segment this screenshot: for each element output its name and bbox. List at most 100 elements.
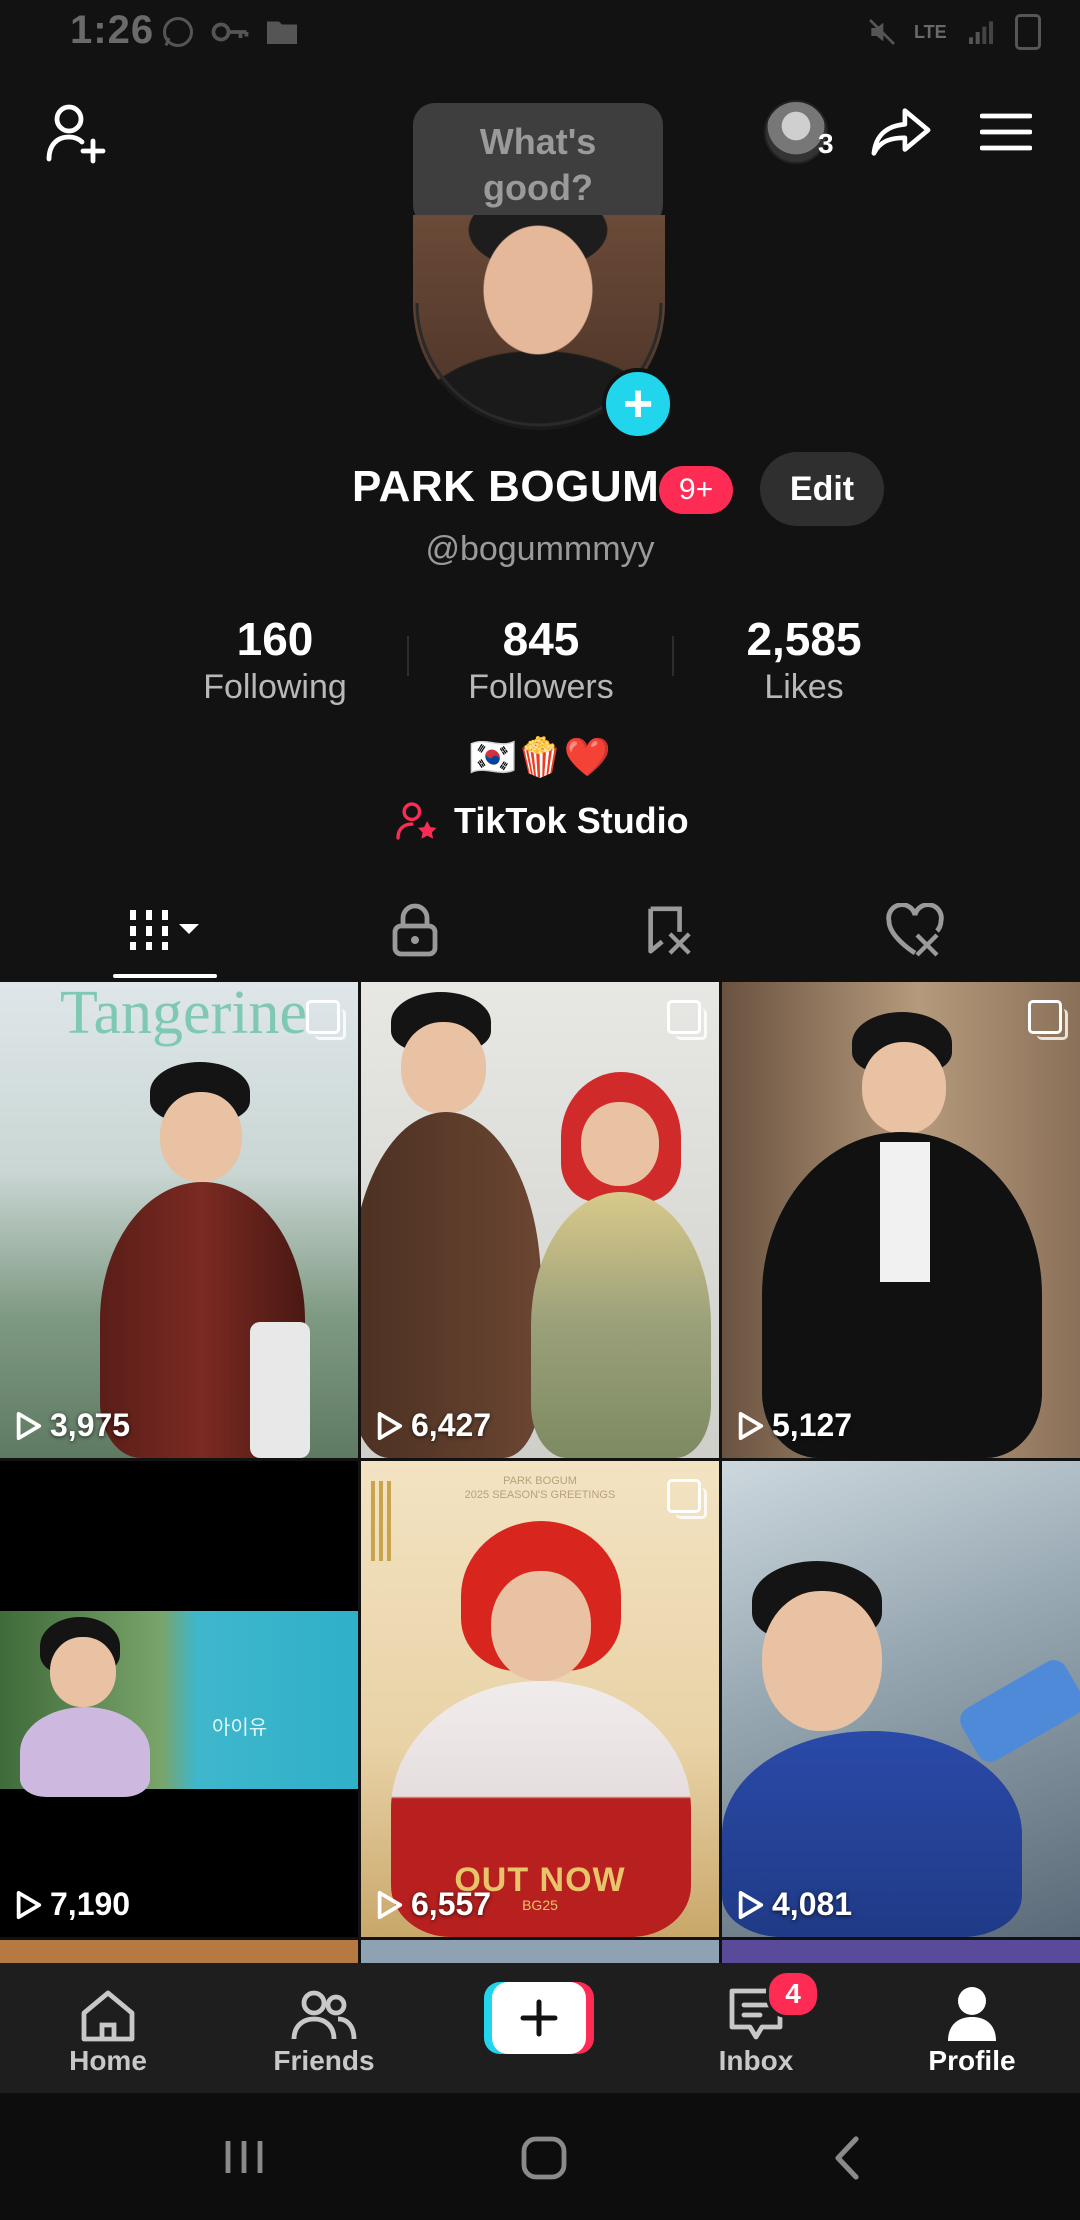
play-icon: [16, 1411, 42, 1440]
thumbnail-caption-sub: 2025 SEASON'S GREETINGS: [464, 1489, 616, 1501]
studio-label: TikTok Studio: [454, 800, 689, 841]
thumbnail-decoration: [371, 1481, 395, 1561]
video-thumbnail[interactable]: 5,127: [722, 982, 1080, 1458]
status-right-icons: LTE: [866, 14, 1041, 50]
active-tab-indicator: [113, 974, 217, 978]
signal-icon: [968, 21, 993, 44]
thumbnail-figure: [762, 1591, 882, 1731]
stat-divider: [672, 636, 674, 676]
play-icon: [377, 1411, 403, 1440]
home-icon: [81, 1990, 135, 2042]
followers-count: 845: [502, 613, 580, 665]
bookmark-icon: [648, 906, 691, 955]
view-count-text: 3,975: [50, 1407, 131, 1443]
key-icon: [211, 22, 249, 42]
following-label: Following: [203, 668, 347, 706]
multi-photo-icon: [667, 1479, 707, 1519]
battery-icon: [1014, 14, 1041, 50]
profile-name: PARK BOGUM: [352, 462, 660, 511]
share-arrow-icon: [871, 108, 931, 156]
view-count: 5,127: [736, 1407, 852, 1444]
video-thumbnail[interactable]: Tangerine 3,975: [0, 982, 358, 1458]
stat-likes: 2,585 Likes: [684, 612, 924, 707]
video-thumbnail[interactable]: [722, 1940, 1080, 1963]
back-icon[interactable]: [832, 2135, 862, 2181]
thumbnail-caption: Tangerine: [60, 982, 307, 1047]
menu-button[interactable]: [976, 104, 1036, 160]
recent-apps-icon[interactable]: [220, 2137, 268, 2177]
following-count: 160: [236, 613, 314, 665]
thumbnail-figure: [531, 1192, 711, 1458]
play-icon: [738, 1890, 764, 1919]
view-count: 3,975: [14, 1407, 130, 1444]
view-count-text: 5,127: [772, 1407, 853, 1443]
thumbnail-figure: [401, 1022, 486, 1114]
home-system-icon[interactable]: [520, 2135, 568, 2181]
create-button[interactable]: [484, 1982, 594, 2054]
system-navigation-bar: [0, 2093, 1080, 2220]
inbox-badge: 4: [766, 1970, 820, 2018]
add-story-plus-icon[interactable]: +: [602, 368, 674, 440]
view-count: 7,190: [14, 1886, 130, 1923]
thumbnail-figure: [50, 1637, 116, 1707]
tab-favorites[interactable]: [533, 890, 803, 970]
profile-person-icon: [948, 1987, 996, 2041]
nav-friends[interactable]: Friends: [244, 1977, 404, 2077]
video-grid: Tangerine 3,975 6,427 5,127 아이유 7,190 PA…: [0, 982, 1080, 1963]
story-count: 3: [818, 128, 834, 159]
thumbnail-caption: 아이유: [212, 1717, 268, 1739]
video-thumbnail[interactable]: [361, 1940, 719, 1963]
play-icon: [377, 1890, 403, 1919]
grid-videos-icon: [130, 910, 199, 950]
view-count-text: 4,081: [772, 1886, 853, 1922]
tab-private[interactable]: [280, 890, 550, 970]
friends-icon: [291, 1990, 357, 2040]
play-icon: [738, 1411, 764, 1440]
lte-indicator: LTE: [914, 22, 947, 42]
nav-profile-label: Profile: [928, 2045, 1016, 2076]
video-thumbnail[interactable]: 아이유 7,190: [0, 1461, 358, 1937]
mute-icon: [869, 19, 895, 45]
profile-bio: 🇰🇷🍿❤️: [469, 737, 611, 779]
likes-label: Likes: [764, 668, 844, 706]
video-thumbnail[interactable]: 6,427: [361, 982, 719, 1458]
tiktok-studio-link[interactable]: TikTok Studio: [396, 800, 689, 842]
hamburger-menu-icon: [980, 113, 1032, 151]
view-count: 6,557: [375, 1886, 491, 1923]
tab-liked[interactable]: [780, 890, 1050, 970]
edit-profile-button[interactable]: Edit: [760, 452, 884, 526]
nav-profile[interactable]: Profile: [892, 1977, 1052, 2077]
view-count: 4,081: [736, 1886, 852, 1923]
likes-count: 2,585: [746, 613, 862, 665]
share-profile-button[interactable]: [866, 100, 936, 164]
view-count-text: 6,557: [411, 1886, 492, 1922]
creator-star-icon: [396, 802, 437, 840]
play-icon: [16, 1890, 42, 1919]
thumbnail-figure: [581, 1102, 659, 1186]
nav-home-label: Home: [69, 2045, 147, 2076]
stat-divider: [407, 636, 409, 676]
thumbnail-caption-top: PARK BOGUM: [503, 1475, 577, 1487]
view-count: 6,427: [375, 1407, 491, 1444]
thumbnail-arm-guard: [955, 1655, 1080, 1767]
video-thumbnail[interactable]: [0, 1940, 358, 1963]
thumbnail-scene: 아이유: [0, 1611, 358, 1797]
add-friend-button[interactable]: [40, 98, 110, 168]
heart-hidden-icon: [886, 903, 944, 957]
thumbnail-chair: [250, 1322, 310, 1458]
tab-videos[interactable]: [30, 890, 300, 970]
view-count-text: 7,190: [50, 1886, 131, 1922]
multi-photo-icon: [667, 1000, 707, 1040]
nav-inbox-label: Inbox: [718, 2045, 794, 2076]
stat-followers[interactable]: 845 Followers: [421, 612, 661, 707]
lock-icon: [392, 903, 438, 957]
notification-badge[interactable]: 9+: [659, 466, 733, 514]
nav-friends-label: Friends: [273, 2045, 375, 2076]
add-person-icon: [46, 104, 106, 164]
stat-following[interactable]: 160 Following: [155, 612, 395, 707]
video-thumbnail[interactable]: 4,081: [722, 1461, 1080, 1937]
followers-label: Followers: [468, 668, 614, 706]
video-thumbnail[interactable]: PARK BOGUM 2025 SEASON'S GREETINGS OUT N…: [361, 1461, 719, 1937]
status-bar: 1:26 LTE: [0, 0, 1080, 62]
nav-home[interactable]: Home: [28, 1977, 188, 2077]
